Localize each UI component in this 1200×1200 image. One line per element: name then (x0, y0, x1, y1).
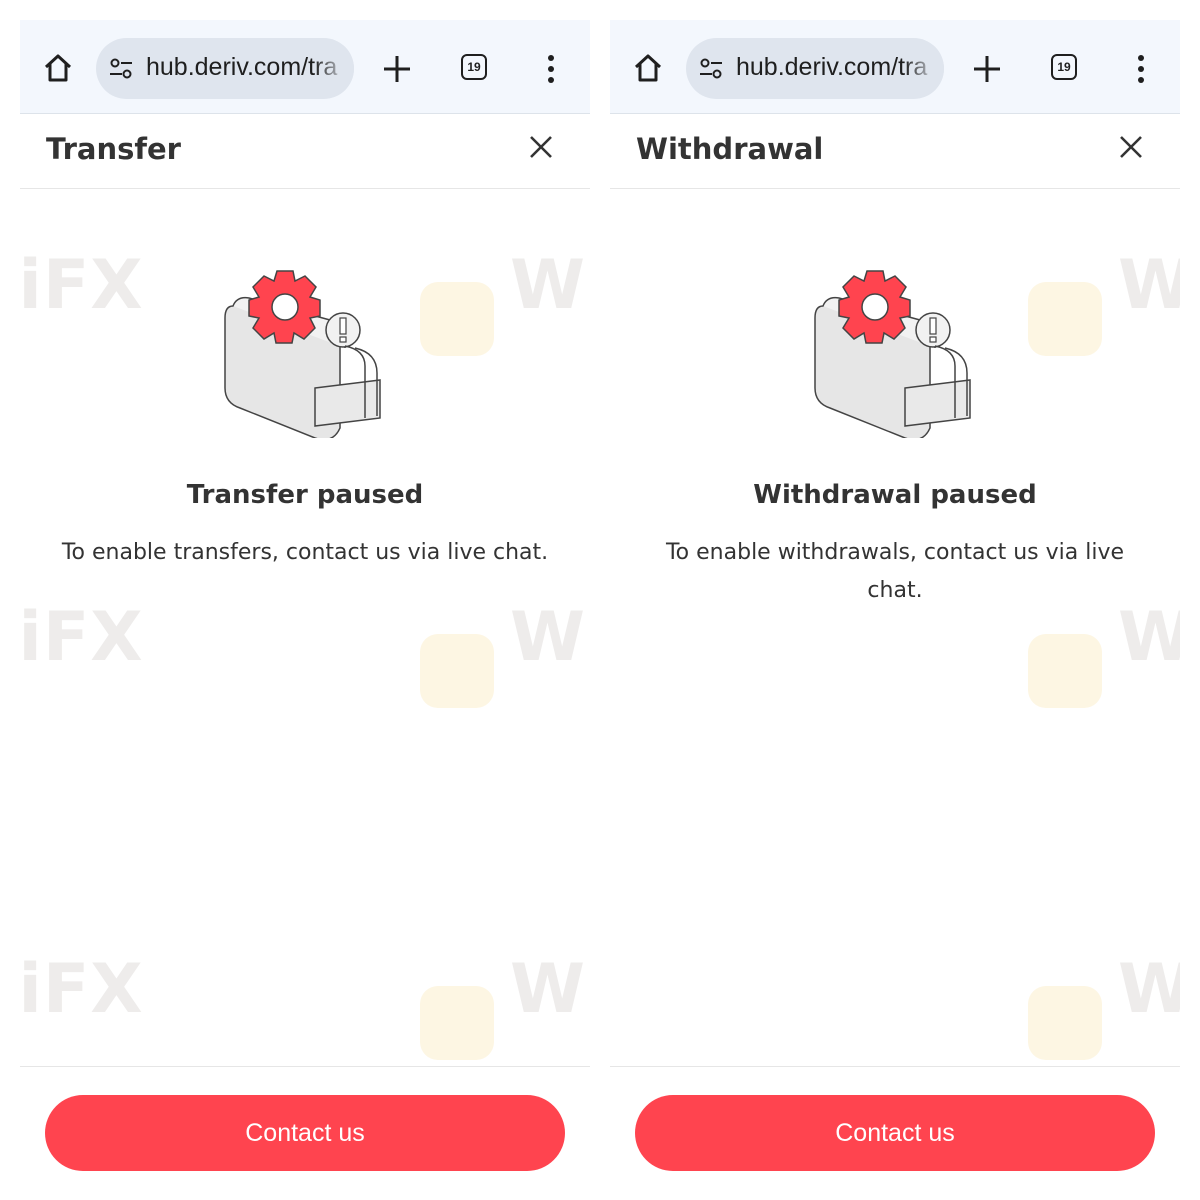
more-options-icon[interactable] (541, 53, 561, 85)
status-message: To enable transfers, contact us via live… (61, 540, 549, 565)
status-message: To enable withdrawals, contact us via li… (665, 540, 1125, 603)
tab-count: 19 (1057, 60, 1071, 74)
more-options-icon[interactable] (1131, 53, 1151, 85)
status-title: Withdrawal paused (753, 480, 1037, 510)
contact-us-button[interactable]: Contact us (635, 1095, 1155, 1171)
tab-switcher-icon[interactable]: 19 (461, 54, 487, 80)
wallet-gear-illustration (224, 270, 381, 438)
watermark-text: WikiFX (20, 246, 144, 325)
watermark-logo (1028, 986, 1102, 1060)
tab-count: 19 (467, 60, 481, 74)
watermark-text: WikiFX (20, 598, 144, 677)
transfer-screen: hub.deriv.com/tra 19 Transfer WikiFX Wik… (20, 20, 590, 1200)
watermark-text: WikiFX (510, 598, 590, 677)
tab-switcher-icon[interactable]: 19 (1051, 54, 1077, 80)
modal-footer: Contact us (610, 1066, 1180, 1200)
url-text: hub.deriv.com/tra (146, 53, 338, 81)
modal-header: Transfer (20, 114, 590, 189)
watermark-text: WikiFX (510, 246, 590, 325)
new-tab-icon[interactable] (382, 54, 412, 84)
watermark-text: WikiFX (510, 950, 590, 1029)
modal-title: Transfer (46, 132, 181, 166)
home-icon[interactable] (632, 52, 664, 84)
wallet-gear-illustration (814, 270, 971, 438)
withdrawal-screen: hub.deriv.com/tra 19 Withdrawal WikiFX W… (610, 20, 1180, 1200)
modal-title: Withdrawal (636, 132, 824, 166)
modal-header: Withdrawal (610, 114, 1180, 189)
watermark-logo (420, 282, 494, 356)
watermark-logo (420, 634, 494, 708)
watermark-logo (420, 986, 494, 1060)
watermark-logo (1028, 282, 1102, 356)
status-title: Transfer paused (186, 480, 424, 510)
browser-toolbar: hub.deriv.com/tra 19 (610, 20, 1180, 114)
close-icon[interactable] (1118, 134, 1144, 160)
watermark-logo (1028, 634, 1102, 708)
close-icon[interactable] (528, 134, 554, 160)
watermark-text: WikiFX (1118, 246, 1180, 325)
home-icon[interactable] (42, 52, 74, 84)
address-bar[interactable]: hub.deriv.com/tra (96, 38, 354, 99)
contact-us-button[interactable]: Contact us (45, 1095, 565, 1171)
watermark-text: WikiFX (20, 950, 144, 1029)
browser-toolbar: hub.deriv.com/tra 19 (20, 20, 590, 114)
modal-footer: Contact us (20, 1066, 590, 1200)
site-settings-icon[interactable] (699, 57, 723, 81)
site-settings-icon[interactable] (109, 57, 133, 81)
address-bar[interactable]: hub.deriv.com/tra (686, 38, 944, 99)
watermark-text: WikiFX (1118, 950, 1180, 1029)
new-tab-icon[interactable] (972, 54, 1002, 84)
url-text: hub.deriv.com/tra (736, 53, 928, 81)
